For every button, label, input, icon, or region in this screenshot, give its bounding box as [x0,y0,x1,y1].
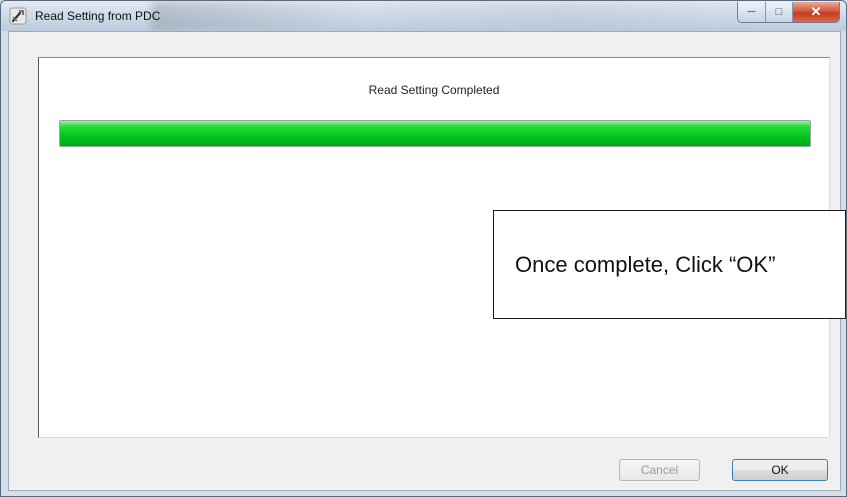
dialog-window: Read Setting from PDC ─ □ ✕ Read Setting… [0,0,847,497]
close-icon: ✕ [810,4,822,19]
instruction-callout: Once complete, Click “OK” [493,210,846,319]
minimize-icon: ─ [747,6,756,18]
callout-text: Once complete, Click “OK” [515,251,776,277]
status-text: Read Setting Completed [368,83,500,97]
progress-fill [60,121,810,146]
maximize-icon: □ [775,6,783,18]
title-bar[interactable]: Read Setting from PDC ─ □ ✕ [1,1,846,31]
close-button[interactable]: ✕ [792,2,839,22]
maximize-button[interactable]: □ [765,2,792,22]
minimize-button[interactable]: ─ [738,2,765,22]
window-controls: ─ □ ✕ [737,2,840,23]
ok-button[interactable]: OK [732,459,828,481]
app-tool-icon [9,7,27,25]
title-bar-background [151,1,751,31]
window-title: Read Setting from PDC [35,9,161,23]
progress-bar [59,120,811,147]
cancel-button[interactable]: Cancel [619,459,700,481]
